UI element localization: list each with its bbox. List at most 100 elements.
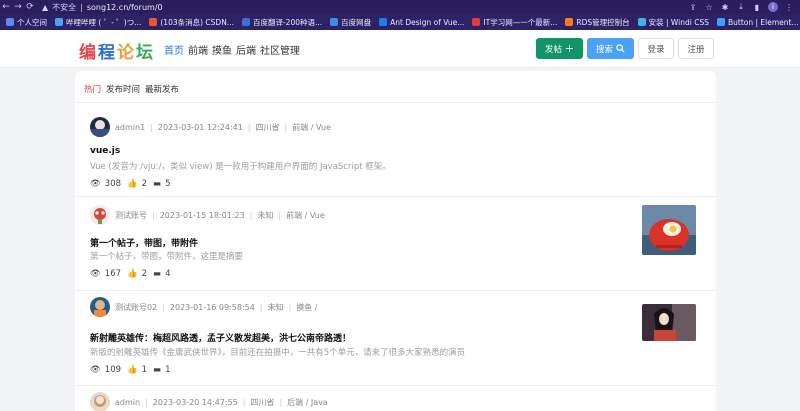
- bookmark-item[interactable]: (103条消息) CSDN...: [149, 17, 234, 28]
- post-item[interactable]: admin1 | 2023-03-01 12:24:41 | 四川省 | 前端 / V…: [75, 103, 716, 197]
- bookmark-item[interactable]: 百度翻译-200种语...: [241, 17, 322, 28]
- avatar[interactable]: [90, 392, 110, 411]
- tab-publish-time[interactable]: 发布时间: [106, 83, 140, 95]
- like-count: 2: [141, 179, 148, 189]
- post-item[interactable]: 测试账号 | 2023-01-15 18:01:23 | 未知 | 前端 / Vue …: [75, 197, 716, 291]
- post-category[interactable]: 后端 / Java: [287, 397, 328, 408]
- post-item[interactable]: admin | 2023-03-20 14:47:55 | 四川省 | 后端 / Ja…: [75, 386, 716, 411]
- bookmark-icon: [379, 18, 388, 26]
- post-time: 2023-03-01 12:24:41: [157, 122, 243, 132]
- bookmarks-bar: 个人空间 哔哩哔哩 ( ゜- ゜)つ... (103条消息) CSDN... 百度翻译…: [0, 14, 800, 30]
- post-category[interactable]: 摸鱼 /: [296, 302, 317, 313]
- view-count: 167: [104, 269, 122, 279]
- comment-icon[interactable]: ▬: [153, 365, 161, 375]
- search-button[interactable]: 搜索: [587, 38, 634, 59]
- post-title[interactable]: 新射雕英雄传：梅超风路透，孟子义散发超美，洪七公南帝路透！: [90, 331, 351, 344]
- tab-latest[interactable]: 最新发布: [145, 83, 179, 95]
- post-category[interactable]: 前端 / Vue: [292, 122, 331, 133]
- post-region: 四川省: [255, 122, 280, 132]
- post-time: 2023-01-15 18:01:23: [159, 210, 245, 220]
- address-row: ← → ⟳ ▲ 不安全 | song12.cn/forum/0 ⇪ ☆ ✱ ⤓ …: [0, 0, 800, 14]
- register-button[interactable]: 注册: [678, 38, 714, 59]
- post-region: 未知: [267, 302, 284, 312]
- nav-community-admin[interactable]: 社区管理: [260, 42, 300, 57]
- login-button[interactable]: 登录: [638, 38, 674, 59]
- profile-avatar[interactable]: i: [768, 2, 778, 12]
- search-icon: [616, 44, 625, 53]
- site-logo[interactable]: 编程论坛: [79, 38, 155, 63]
- post-region: 四川省: [250, 397, 275, 407]
- post-time: 2023-03-20 14:47:55: [152, 397, 238, 407]
- view-count: 109: [104, 365, 122, 375]
- bookmark-icon: [149, 18, 158, 26]
- forward-icon[interactable]: →: [12, 2, 24, 12]
- main-nav: 首页 前端 摸鱼 后端 社区管理: [164, 42, 300, 57]
- post-author[interactable]: 测试账号: [115, 210, 147, 221]
- view-count: 308: [104, 179, 122, 189]
- post-summary: Vue (发音为 /vjuː/，类似 view) 是一款用于构建用户界面的 Ja…: [90, 162, 391, 172]
- menu-icon[interactable]: ⋮: [784, 2, 794, 12]
- post-thumbnail[interactable]: [642, 304, 696, 341]
- avatar[interactable]: [90, 117, 110, 137]
- reload-icon[interactable]: ⟳: [24, 2, 36, 12]
- security-label: 不安全: [52, 2, 77, 12]
- like-count: 1: [141, 365, 148, 375]
- post-button[interactable]: 发帖 +: [536, 38, 583, 59]
- view-icon: 👁: [90, 269, 101, 279]
- bookmark-icon: [6, 18, 14, 26]
- nav-frontend[interactable]: 前端: [188, 42, 208, 57]
- nav-home[interactable]: 首页: [164, 42, 184, 57]
- warning-icon: ▲: [42, 2, 49, 12]
- bookmark-icon: [55, 18, 63, 26]
- bookmark-icon: [241, 18, 250, 26]
- bookmark-item[interactable]: Ant Design of Vue...: [379, 18, 464, 27]
- avatar[interactable]: [90, 297, 110, 317]
- nav-backend[interactable]: 后端: [236, 42, 256, 57]
- avatar[interactable]: [90, 205, 110, 225]
- bookmark-icon: [716, 18, 725, 26]
- comment-count: 4: [165, 269, 171, 279]
- post-item[interactable]: 测试账号02 | 2023-01-16 09:58:54 | 未知 | 摸鱼 / 新射…: [75, 291, 716, 386]
- post-category[interactable]: 前端 / Vue: [286, 210, 325, 221]
- share-icon[interactable]: ⇪: [688, 2, 698, 12]
- bookmark-icon: [330, 18, 339, 26]
- like-count: 2: [141, 269, 148, 279]
- sidebar-icon[interactable]: ▮: [752, 2, 762, 12]
- like-icon[interactable]: 👍: [127, 179, 138, 189]
- bookmark-icon: [637, 18, 646, 26]
- comment-count: 5: [165, 179, 171, 189]
- bookmark-item[interactable]: RDS管理控制台: [565, 17, 630, 28]
- comment-icon[interactable]: ▬: [153, 179, 161, 189]
- post-summary: 第一个帖子，带图，带附件，这里是摘要: [90, 252, 244, 262]
- bookmark-item[interactable]: 哔哩哔哩 ( ゜- ゜)つ...: [55, 17, 141, 28]
- like-icon[interactable]: 👍: [127, 365, 138, 375]
- bookmark-item[interactable]: 安装 | Windi CSS: [637, 17, 709, 28]
- post-title[interactable]: 第一个帖子，带图，带附件: [90, 236, 198, 249]
- bookmark-icon: [472, 18, 481, 26]
- back-icon[interactable]: ←: [0, 2, 12, 12]
- bookmark-icon: [565, 18, 574, 26]
- tab-hot[interactable]: 热门: [84, 83, 101, 95]
- post-author[interactable]: 测试账号02: [115, 302, 157, 313]
- post-region: 未知: [257, 210, 274, 220]
- plus-icon: +: [564, 42, 575, 55]
- address-bar[interactable]: ▲ 不安全 | song12.cn/forum/0: [42, 2, 163, 13]
- post-title[interactable]: vue.js: [90, 146, 120, 156]
- like-icon[interactable]: 👍: [127, 269, 138, 279]
- bookmark-item[interactable]: Button | Element...: [716, 18, 799, 27]
- bookmark-item[interactable]: 个人空间: [6, 17, 47, 28]
- post-time: 2023-01-16 09:58:54: [169, 302, 255, 312]
- view-icon: 👁: [90, 179, 101, 189]
- nav-moyu[interactable]: 摸鱼: [212, 42, 232, 57]
- url-text: song12.cn/forum/0: [86, 2, 163, 12]
- post-thumbnail[interactable]: [642, 205, 696, 255]
- post-author[interactable]: admin: [115, 398, 140, 407]
- comment-icon[interactable]: ▬: [153, 269, 161, 279]
- bookmark-item[interactable]: 百度网盘: [330, 17, 371, 28]
- star-icon[interactable]: ☆: [704, 2, 714, 12]
- download-icon[interactable]: ⤓: [736, 2, 746, 12]
- bookmark-item[interactable]: IT学习网—一个最新...: [472, 17, 557, 28]
- comment-count: 1: [165, 365, 171, 375]
- extensions-icon[interactable]: ✱: [720, 2, 730, 12]
- post-author[interactable]: admin1: [115, 123, 145, 132]
